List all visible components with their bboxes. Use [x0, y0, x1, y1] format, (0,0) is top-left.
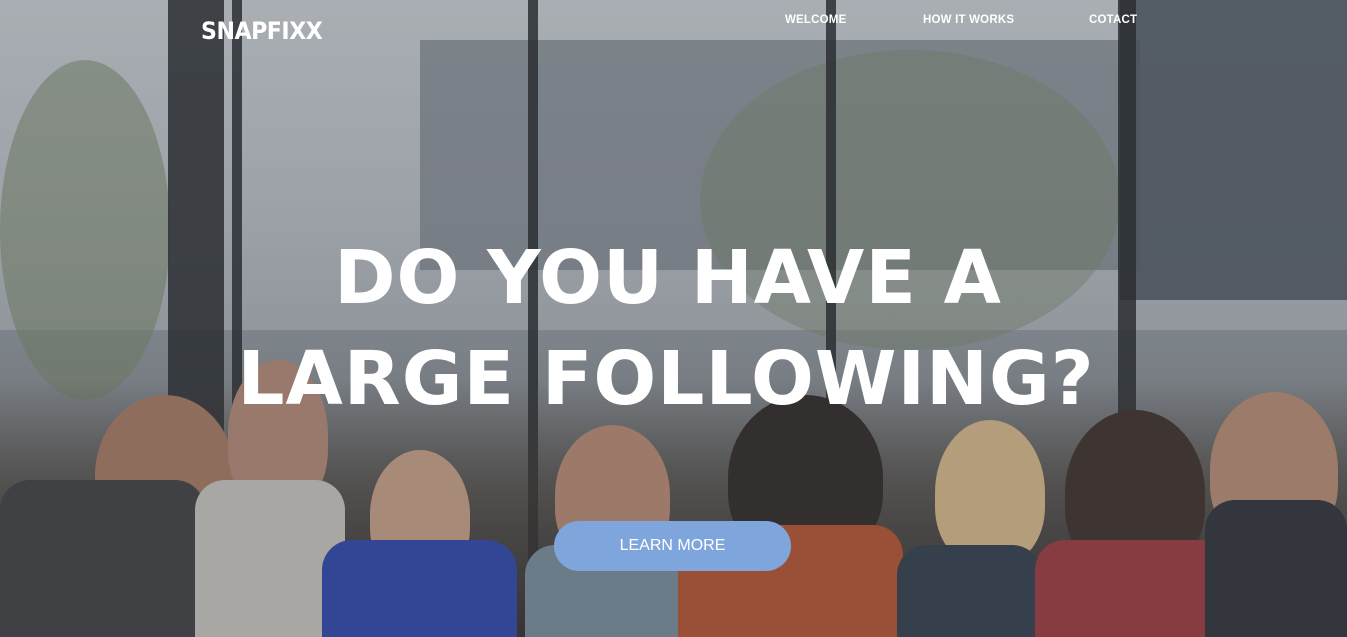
hero-headline: DO YOU HAVE A LARGE FOLLOWING? — [0, 228, 1347, 430]
learn-more-button[interactable]: LEARN MORE — [554, 521, 791, 571]
nav-link-welcome[interactable]: WELCOME — [785, 14, 846, 26]
hero-headline-line-1: DO YOU HAVE A — [334, 235, 1002, 321]
main-nav: WELCOME HOW IT WORKS COTACT — [0, 14, 1347, 34]
nav-link-how-it-works[interactable]: HOW IT WORKS — [923, 14, 1014, 26]
site-header: SNAPFIXX WELCOME HOW IT WORKS COTACT — [0, 0, 1347, 60]
hero-headline-line-2: LARGE FOLLOWING? — [237, 336, 1095, 422]
hero-section: SNAPFIXX WELCOME HOW IT WORKS COTACT DO … — [0, 0, 1347, 637]
nav-link-contact[interactable]: COTACT — [1089, 14, 1137, 26]
